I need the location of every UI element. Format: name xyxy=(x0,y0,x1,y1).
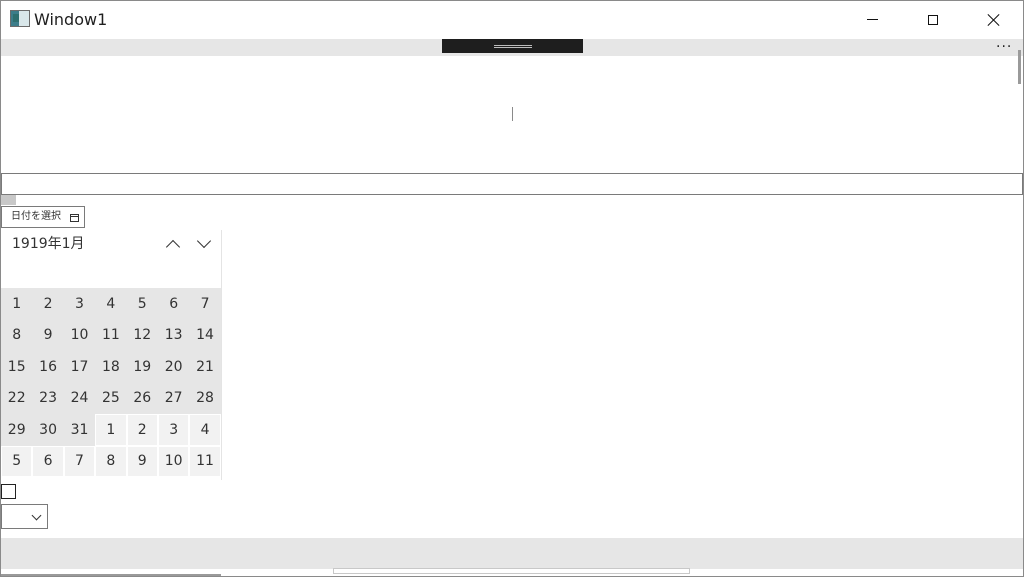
calendar-day[interactable]: 16 xyxy=(32,351,64,383)
calendar-day[interactable]: 6 xyxy=(157,288,190,320)
calendar-day[interactable]: 20 xyxy=(157,351,190,383)
close-icon xyxy=(987,13,1001,27)
calendar-day[interactable]: 13 xyxy=(157,319,190,351)
maximize-button[interactable] xyxy=(903,0,963,39)
calendar-day[interactable]: 9 xyxy=(126,445,158,477)
calendar-day[interactable]: 14 xyxy=(189,319,221,351)
close-button[interactable] xyxy=(964,0,1024,39)
text-caret xyxy=(512,107,513,121)
calendar-day[interactable]: 29 xyxy=(1,414,33,446)
calendar-day[interactable]: 19 xyxy=(126,351,158,383)
chevron-down-icon xyxy=(31,510,42,521)
drag-handle[interactable] xyxy=(442,39,583,53)
calendar-day[interactable]: 1 xyxy=(1,288,33,320)
calendar-day[interactable]: 8 xyxy=(1,319,33,351)
text-input[interactable] xyxy=(1,173,1023,195)
calendar-day[interactable]: 3 xyxy=(157,414,190,446)
calendar-day[interactable]: 22 xyxy=(1,382,33,414)
calendar-day[interactable]: 10 xyxy=(157,445,190,477)
calendar-day[interactable]: 26 xyxy=(126,382,158,414)
calendar-day[interactable]: 6 xyxy=(32,445,64,477)
calendar-day[interactable]: 3 xyxy=(63,288,96,320)
calendar-day[interactable]: 1 xyxy=(95,414,127,446)
calendar-day[interactable]: 21 xyxy=(189,351,221,383)
horizontal-scrollbar-thumb[interactable] xyxy=(1,574,221,576)
minimize-button[interactable] xyxy=(842,0,902,39)
minimize-icon xyxy=(866,19,878,20)
calendar-day[interactable]: 10 xyxy=(63,319,96,351)
previous-month-button[interactable] xyxy=(163,236,185,256)
calendar-day[interactable]: 30 xyxy=(32,414,64,446)
title-bar: Window1 xyxy=(0,0,1024,39)
calendar-day[interactable]: 7 xyxy=(63,445,96,477)
calendar-day-grid: 1 2 3 4 5 6 7 8 9 10 11 12 13 14 15 16 17 18 19 20 21 22 23 24 2… xyxy=(1,288,221,477)
calendar-day[interactable]: 8 xyxy=(95,445,127,477)
small-block xyxy=(1,195,16,205)
next-month-button[interactable] xyxy=(194,233,216,256)
window-title: Window1 xyxy=(34,10,108,29)
calendar-day[interactable]: 2 xyxy=(32,288,64,320)
more-options-button[interactable]: ··· xyxy=(996,40,1012,54)
calendar-day[interactable]: 12 xyxy=(126,319,158,351)
chevron-up-icon xyxy=(165,239,181,255)
calendar: 1919年1月 1 2 3 4 5 6 7 8 9 10 11 12 13 14 15 16 17 18 19 20 2… xyxy=(1,230,222,480)
calendar-day[interactable]: 11 xyxy=(189,445,221,477)
calendar-day[interactable]: 17 xyxy=(63,351,96,383)
calendar-day[interactable]: 11 xyxy=(95,319,127,351)
chevron-down-icon xyxy=(196,233,212,249)
vertical-scrollbar-thumb[interactable] xyxy=(1018,50,1021,84)
calendar-day[interactable]: 25 xyxy=(95,382,127,414)
calendar-day[interactable]: 24 xyxy=(63,382,96,414)
calendar-day[interactable]: 5 xyxy=(1,445,33,477)
calendar-day[interactable]: 7 xyxy=(189,288,221,320)
date-picker[interactable]: 日付を選択 xyxy=(1,206,85,228)
calendar-month-header[interactable]: 1919年1月 xyxy=(12,234,85,254)
calendar-day[interactable]: 15 xyxy=(1,351,33,383)
calendar-day[interactable]: 4 xyxy=(189,414,221,446)
calendar-icon[interactable] xyxy=(70,214,79,222)
calendar-day[interactable]: 5 xyxy=(126,288,158,320)
rich-text-editor[interactable] xyxy=(1,56,1017,172)
bottom-bar xyxy=(1,538,1023,569)
calendar-day[interactable]: 28 xyxy=(189,382,221,414)
checkbox[interactable] xyxy=(1,484,16,499)
app-icon xyxy=(10,10,30,27)
maximize-icon xyxy=(928,14,938,25)
calendar-day[interactable]: 9 xyxy=(32,319,64,351)
date-picker-placeholder: 日付を選択 xyxy=(11,211,61,222)
calendar-day[interactable]: 18 xyxy=(95,351,127,383)
combo-box[interactable] xyxy=(1,504,48,529)
horizontal-scrollbar[interactable] xyxy=(333,568,690,574)
calendar-day[interactable]: 27 xyxy=(157,382,190,414)
calendar-day[interactable]: 4 xyxy=(95,288,127,320)
calendar-day[interactable]: 2 xyxy=(126,414,158,446)
calendar-day[interactable]: 31 xyxy=(63,414,96,446)
calendar-day[interactable]: 23 xyxy=(32,382,64,414)
